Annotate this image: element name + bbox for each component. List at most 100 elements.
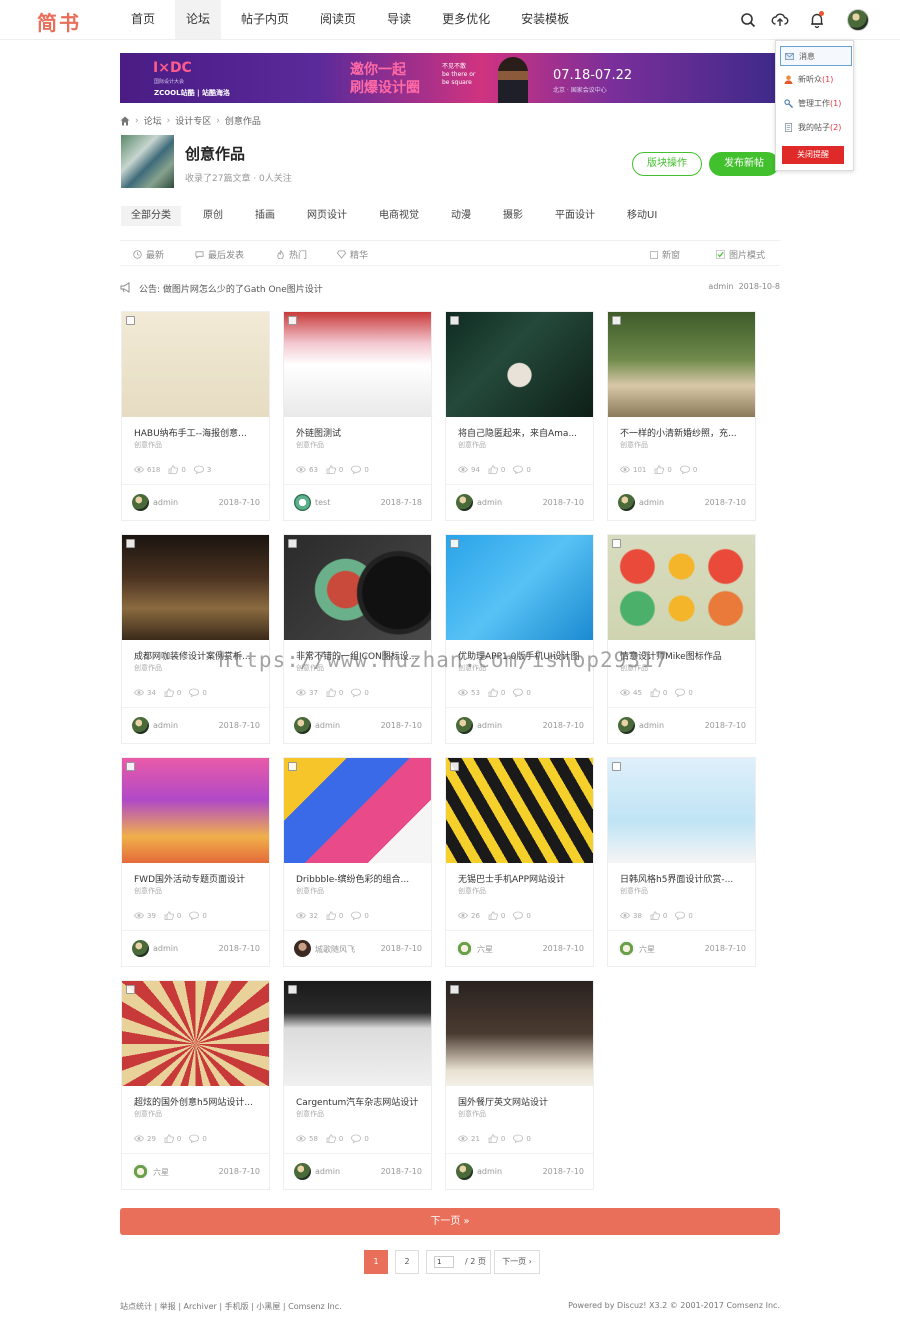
thread-select-checkbox[interactable] <box>288 762 297 771</box>
next-page-button[interactable]: 下一页 › <box>494 1250 540 1274</box>
load-next-page-button[interactable]: 下一页 » <box>120 1208 780 1235</box>
author-avatar[interactable] <box>618 494 635 511</box>
site-logo[interactable]: 简书 <box>37 7 81 36</box>
thread-select-checkbox[interactable] <box>612 316 621 325</box>
thread-thumbnail[interactable] <box>446 981 593 1086</box>
tab-illustration[interactable]: 插画 <box>245 206 285 226</box>
thread-title[interactable]: 外链图测试 <box>296 426 424 439</box>
filter-hot[interactable]: 热门 <box>276 248 307 261</box>
thread-thumbnail[interactable] <box>284 312 431 417</box>
thumbs-up-icon[interactable] <box>164 1134 174 1143</box>
footer-links[interactable]: 站点统计 | 举报 | Archiver | 手机版 | 小黑屋 | Comse… <box>120 1301 342 1312</box>
thread-card[interactable]: HABU纳布手工--海报创意... 创意作品 618 0 3 admin 2018-7-10 <box>121 311 270 521</box>
thread-thumbnail[interactable] <box>284 535 431 640</box>
popup-item-new-listeners[interactable]: 新听众(1) <box>780 70 852 90</box>
author-avatar[interactable] <box>456 1163 473 1180</box>
thread-title[interactable]: HABU纳布手工--海报创意... <box>134 426 262 439</box>
thread-title[interactable]: Cargentum汽车杂志网站设计 <box>296 1095 424 1108</box>
comment-icon[interactable] <box>189 1134 200 1143</box>
thread-card[interactable]: 日韩风格h5界面设计欣赏-... 创意作品 38 0 0 六星 2018-7-10 <box>607 757 756 967</box>
nav-more[interactable]: 更多优化 <box>431 0 501 39</box>
tab-photography[interactable]: 摄影 <box>493 206 533 226</box>
nav-home[interactable]: 首页 <box>120 0 166 39</box>
author-avatar[interactable] <box>294 717 311 734</box>
thumbs-up-icon[interactable] <box>326 688 336 697</box>
popup-item-messages[interactable]: 消息 <box>780 46 852 66</box>
thread-title[interactable]: 将自己隐匿起来，来自Ama... <box>458 426 586 439</box>
thread-select-checkbox[interactable] <box>126 985 135 994</box>
author-avatar[interactable] <box>456 717 473 734</box>
author-avatar[interactable] <box>132 494 149 511</box>
thread-category[interactable]: 创意作品 <box>134 1109 162 1119</box>
author-name[interactable]: 六星 <box>153 1167 169 1178</box>
thumbs-up-icon[interactable] <box>168 465 179 474</box>
comment-icon[interactable] <box>193 465 204 474</box>
thread-select-checkbox[interactable] <box>450 316 459 325</box>
thread-category[interactable]: 创意作品 <box>134 440 162 450</box>
page-jump-input[interactable]: 1 <box>434 1256 454 1268</box>
thread-card[interactable]: 外链图测试 创意作品 63 0 0 test 2018-7-18 <box>283 311 432 521</box>
thread-title[interactable]: 无锡巴士手机APP网站设计 <box>458 872 586 885</box>
thread-select-checkbox[interactable] <box>288 539 297 548</box>
tab-original[interactable]: 原创 <box>193 206 233 226</box>
user-avatar[interactable] <box>847 9 869 31</box>
new-window-checkbox[interactable] <box>650 250 658 259</box>
author-avatar[interactable] <box>618 940 635 957</box>
nav-guide[interactable]: 导读 <box>376 0 422 39</box>
breadcrumb-current[interactable]: 创意作品 <box>225 114 261 127</box>
author-name[interactable]: admin <box>153 498 178 507</box>
thread-select-checkbox[interactable] <box>450 762 459 771</box>
author-avatar[interactable] <box>294 1163 311 1180</box>
author-avatar[interactable] <box>456 940 473 957</box>
tab-web-design[interactable]: 网页设计 <box>297 206 357 226</box>
thread-thumbnail[interactable] <box>446 535 593 640</box>
thread-select-checkbox[interactable] <box>126 539 135 548</box>
page-1-button[interactable]: 1 <box>364 1250 388 1274</box>
thread-thumbnail[interactable] <box>122 312 269 417</box>
author-name[interactable]: admin <box>153 944 178 953</box>
tab-mobile-ui[interactable]: 移动UI <box>617 206 667 226</box>
upload-cloud-icon[interactable] <box>771 11 789 29</box>
comment-icon[interactable] <box>189 688 200 697</box>
thread-category[interactable]: 创意作品 <box>134 886 162 896</box>
thread-category[interactable]: 创意作品 <box>458 886 486 896</box>
breadcrumb-design[interactable]: 设计专区 <box>175 114 211 127</box>
author-name[interactable]: admin <box>477 1167 502 1176</box>
thread-card[interactable]: 将自己隐匿起来，来自Ama... 创意作品 94 0 0 admin 2018-7-10 <box>445 311 594 521</box>
author-avatar[interactable] <box>294 494 311 511</box>
comment-icon[interactable] <box>513 911 524 920</box>
thread-select-checkbox[interactable] <box>126 316 135 325</box>
author-name[interactable]: 六星 <box>639 944 655 955</box>
thread-category[interactable]: 创意作品 <box>134 663 162 673</box>
thread-card[interactable]: 成都网咖装修设计案例赏析... 创意作品 34 0 0 admin 2018-7-10 <box>121 534 270 744</box>
home-icon[interactable] <box>120 116 130 126</box>
thread-card[interactable]: 优助理APP1.0版手机UI设计图 创意作品 53 0 0 admin 2018-7-10 <box>445 534 594 744</box>
thumbs-up-icon[interactable] <box>326 911 336 920</box>
comment-icon[interactable] <box>513 465 524 474</box>
image-mode-toggle[interactable]: 图片模式 <box>716 248 765 261</box>
thread-thumbnail[interactable] <box>122 535 269 640</box>
thread-card[interactable]: 情意设计师Mike图标作品 创意作品 45 0 0 admin 2018-7-10 <box>607 534 756 744</box>
announcement-text[interactable]: 公告: 做图片网怎么少的了Gath One图片设计 <box>139 282 323 295</box>
thread-category[interactable]: 创意作品 <box>296 886 324 896</box>
thread-card[interactable]: 不一样的小清新婚纱照，充... 创意作品 101 0 0 admin 2018-7-10 <box>607 311 756 521</box>
thumbs-up-icon[interactable] <box>326 465 336 474</box>
thread-select-checkbox[interactable] <box>612 762 621 771</box>
thumbs-up-icon[interactable] <box>650 688 660 697</box>
thread-thumbnail[interactable] <box>122 758 269 863</box>
thread-card[interactable]: 非常不错的一组ICON图标设... 创意作品 37 0 0 admin 2018-7-10 <box>283 534 432 744</box>
page-2-button[interactable]: 2 <box>395 1250 419 1274</box>
comment-icon[interactable] <box>351 465 362 474</box>
thread-thumbnail[interactable] <box>446 312 593 417</box>
thread-title[interactable]: 日韩风格h5界面设计欣赏-... <box>620 872 748 885</box>
thread-card[interactable]: 超炫的国外创意h5网站设计... 创意作品 29 0 0 六星 2018-7-10 <box>121 980 270 1190</box>
filter-last-post[interactable]: 最后发表 <box>195 248 244 261</box>
thread-thumbnail[interactable] <box>122 981 269 1086</box>
thread-select-checkbox[interactable] <box>450 539 459 548</box>
author-avatar[interactable] <box>618 717 635 734</box>
thread-title[interactable]: FWD国外活动专题页面设计 <box>134 872 262 885</box>
thumbs-up-icon[interactable] <box>488 1134 498 1143</box>
comment-icon[interactable] <box>679 465 690 474</box>
comment-icon[interactable] <box>351 911 362 920</box>
author-name[interactable]: 城歌随风飞 <box>315 944 355 955</box>
